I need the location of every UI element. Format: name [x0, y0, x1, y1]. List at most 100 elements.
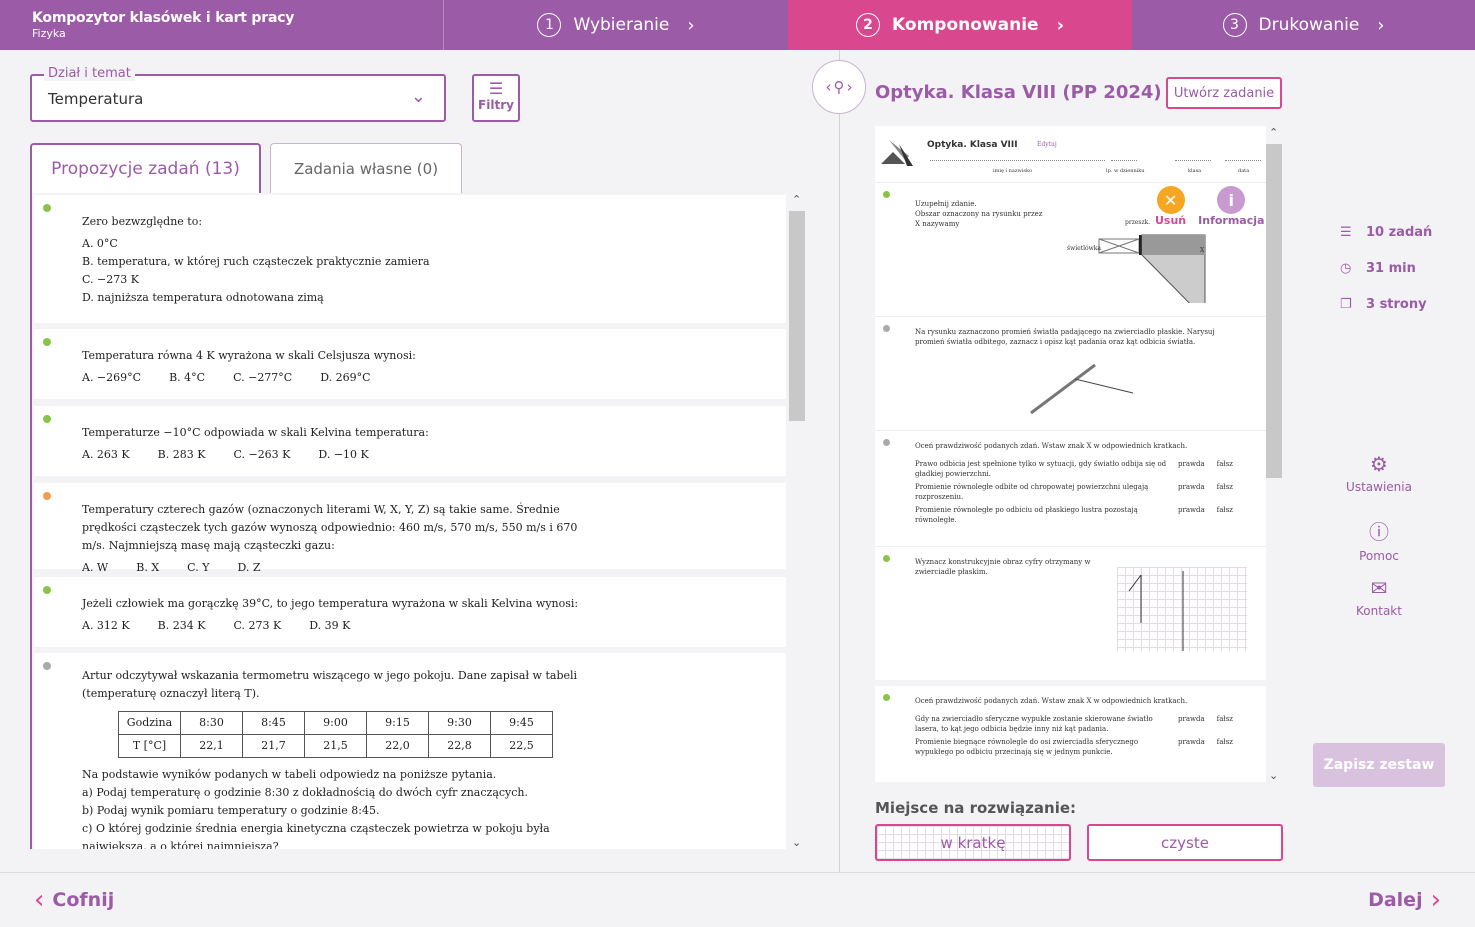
preview-task[interactable]: Oceń prawdziwość podanych zdań. Wstaw zn… — [875, 430, 1266, 542]
task-list-scrollbar[interactable]: ⌃ ⌄ — [789, 193, 805, 849]
status-dot — [883, 439, 890, 446]
task-option: A. W — [82, 561, 109, 574]
scroll-up-icon[interactable]: ⌃ — [1269, 126, 1278, 139]
contact-button[interactable]: ✉ Kontakt — [1345, 576, 1413, 618]
grid-answer-button[interactable]: w kratkę — [875, 824, 1071, 861]
task-option: A. 263 K — [82, 448, 130, 461]
true-label[interactable]: prawda — [1178, 505, 1205, 525]
preview-text: Oceń prawdziwość podanych zdań. Wstaw zn… — [915, 442, 1188, 450]
true-label[interactable]: prawda — [1178, 482, 1205, 502]
step-print[interactable]: 3 Drukowanie › — [1132, 0, 1475, 50]
step-select[interactable]: 1 Wybieranie › — [444, 0, 788, 50]
status-dot — [43, 586, 51, 594]
topic-select[interactable]: Dział i temat Temperatura ⌄ — [30, 66, 446, 122]
true-label[interactable]: prawda — [1178, 459, 1205, 479]
task-card[interactable]: Temperatura równa 4 K wyrażona w skali C… — [34, 329, 786, 399]
table-cell: 22,8 — [428, 734, 491, 758]
scroll-down-icon[interactable]: ⌄ — [1269, 769, 1278, 782]
sheet-title: Optyka. Klasa VIII — [927, 140, 1018, 150]
scroll-down-icon[interactable]: ⌄ — [792, 836, 801, 849]
mirror-diagram — [1030, 363, 1134, 415]
top-bar: Kompozytor klasówek i kart pracy Fizyka … — [0, 0, 1475, 50]
help-icon: ⓘ — [1369, 520, 1389, 544]
panel-divider — [839, 50, 840, 872]
status-dot — [43, 662, 51, 670]
table-cell: 9:00 — [304, 711, 367, 735]
preview-task[interactable]: Na rysunku zaznaczono promień światła pa… — [875, 316, 1266, 428]
help-button[interactable]: ⓘ Pomoc — [1345, 516, 1413, 563]
false-label[interactable]: fałsz — [1217, 459, 1233, 479]
stat-tasks: ☰ 10 zadań — [1340, 214, 1432, 250]
statement: Gdy na zwierciadło sferyczne wypukłe zos… — [915, 715, 1153, 733]
true-label[interactable]: prawda — [1178, 714, 1205, 734]
step-label: Drukowanie — [1258, 15, 1360, 35]
task-option: B. X — [136, 561, 160, 574]
task-question: Temperatury czterech gazów (oznaczonych … — [82, 503, 578, 552]
preview-task[interactable]: Wyznacz konstrukcyjnie obraz cyfry otrzy… — [875, 546, 1266, 672]
scroll-up-icon[interactable]: ⌃ — [792, 193, 801, 206]
table-header: T [°C] — [118, 734, 181, 758]
false-label[interactable]: fałsz — [1217, 482, 1233, 502]
filters-button[interactable]: ☰ Filtry — [472, 74, 520, 122]
status-dot — [43, 492, 51, 500]
scrollbar-thumb[interactable] — [1266, 144, 1282, 478]
info-button[interactable]: i Informacja — [1198, 186, 1264, 227]
task-option: C. −277°C — [233, 371, 293, 384]
false-label[interactable]: fałsz — [1217, 714, 1233, 734]
preview-task[interactable]: Oceń prawdziwość podanych zdań. Wstaw zn… — [875, 680, 1266, 782]
statement: Prawo odbicia jest spełnione tylko w syt… — [915, 460, 1167, 478]
help-label: Pomoc — [1359, 549, 1399, 563]
next-button[interactable]: Dalej › — [1368, 885, 1441, 915]
tab-own-tasks[interactable]: Zadania własne (0) — [270, 143, 462, 193]
field-date: data — [1238, 168, 1250, 174]
create-task-button[interactable]: Utwórz zadanie — [1166, 77, 1282, 109]
edit-link[interactable]: Edytuj — [1037, 141, 1057, 148]
task-card[interactable]: Temperatury czterech gazów (oznaczonych … — [34, 483, 786, 574]
info-icon: i — [1217, 186, 1246, 214]
info-label: Informacja — [1198, 214, 1265, 227]
settings-button[interactable]: ⚙ Ustawienia — [1345, 452, 1413, 494]
save-set-button[interactable]: Zapisz zestaw — [1313, 743, 1445, 787]
chevron-left-icon: ‹ — [825, 78, 832, 96]
statement: Promienie równoległe po odbiciu od płask… — [915, 506, 1138, 524]
preview-text: Uzupełnij zdanie. — [915, 200, 977, 208]
task-card[interactable]: Jeżeli człowiek ma gorączkę 39°C, to jeg… — [34, 577, 786, 647]
task-list: Zero bezwzględne to: A. 0°C B. temperatu… — [30, 193, 788, 849]
scrollbar-thumb[interactable] — [789, 211, 805, 421]
task-question: Temperatura równa 4 K wyrażona w skali C… — [82, 349, 416, 362]
task-card[interactable]: Zero bezwzględne to: A. 0°C B. temperatu… — [34, 195, 786, 323]
step-label: Wybieranie — [573, 15, 670, 35]
task-option: D. najniższa temperatura odnotowana zimą — [82, 291, 324, 304]
chevron-right-icon: › — [1430, 885, 1441, 915]
panel-toggle-button[interactable]: ‹ ⚲ › — [812, 60, 866, 114]
stat-value: 31 min — [1366, 260, 1416, 276]
back-button[interactable]: ‹ Cofnij — [34, 885, 114, 915]
step-compose[interactable]: 2 Komponowanie › — [788, 0, 1132, 50]
task-card[interactable]: Temperaturze −10°C odpowiada w skali Kel… — [34, 406, 786, 476]
task-question: Temperaturze −10°C odpowiada w skali Kel… — [82, 426, 429, 439]
stat-value: 10 zadań — [1366, 224, 1433, 240]
remove-task-button[interactable]: ✕ Usuń — [1155, 186, 1186, 227]
settings-label: Ustawienia — [1346, 480, 1412, 494]
statement: Promienie równoległe odbite od chropowat… — [915, 483, 1149, 501]
stat-value: 3 strony — [1366, 296, 1427, 312]
stat-pages: ❐ 3 strony — [1340, 286, 1432, 322]
false-label[interactable]: fałsz — [1217, 505, 1233, 525]
status-dot — [43, 415, 51, 423]
false-label[interactable]: fałsz — [1217, 737, 1233, 757]
true-label[interactable]: prawda — [1178, 737, 1205, 757]
task-option: B. 283 K — [157, 448, 206, 461]
task-text: a) Podaj temperaturę o godzinie 8:30 z d… — [82, 786, 528, 799]
diagram-label: świetlówka — [1067, 245, 1101, 252]
table-cell: 9:45 — [490, 711, 553, 735]
task-card[interactable]: Artur odczytywał wskazania termometru wi… — [34, 653, 786, 849]
clean-answer-button[interactable]: czyste — [1087, 824, 1283, 861]
table-cell: 8:30 — [180, 711, 243, 735]
sheet-header: Optyka. Klasa VIII Edytuj imię i nazwisk… — [875, 126, 1266, 176]
step-number: 2 — [856, 13, 881, 37]
preview-scrollbar[interactable]: ⌃ ⌄ — [1266, 126, 1282, 782]
clock-icon: ◷ — [1340, 260, 1352, 276]
digit-diagram — [1128, 571, 1184, 651]
tab-proposals[interactable]: Propozycje zadań (13) — [30, 143, 261, 193]
table-cell: 21,5 — [304, 734, 367, 758]
